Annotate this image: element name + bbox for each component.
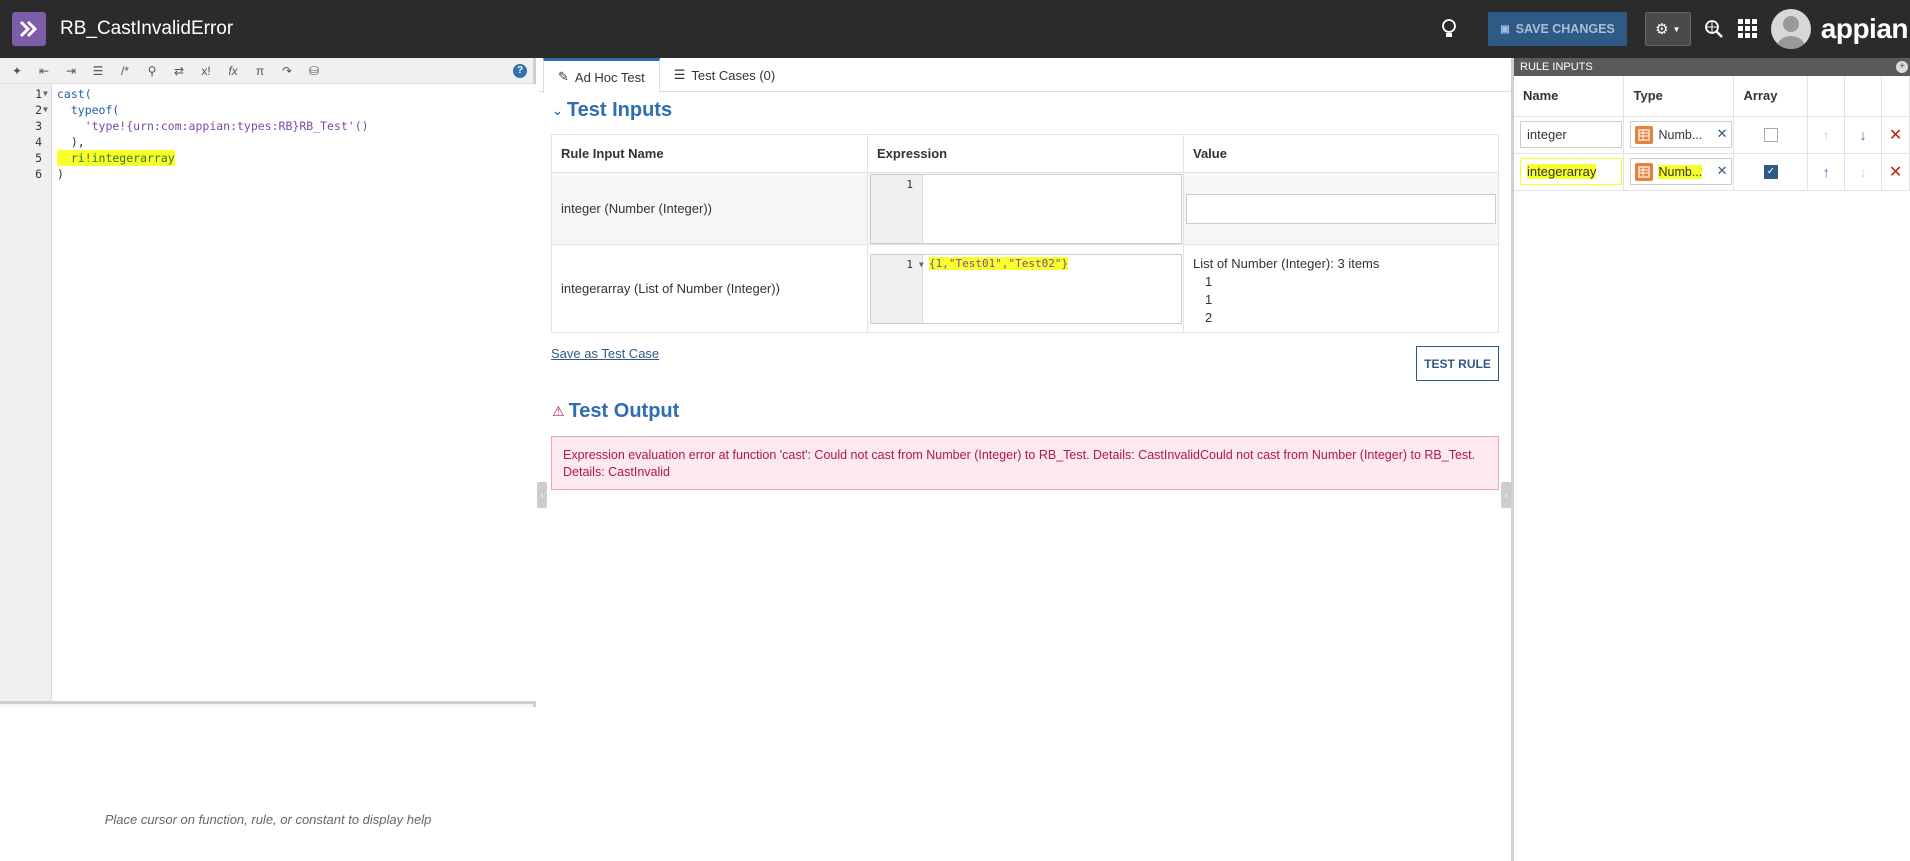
gear-icon: ⚙ <box>1655 21 1669 38</box>
array-checkbox[interactable]: ✓ <box>1763 164 1778 179</box>
table-row: integerarray (List of Number (Integer)) … <box>551 244 1500 333</box>
search-icon[interactable]: ⚲ <box>143 62 161 80</box>
table-row: integer Numb... ✕ ↑ ↓ ✕ <box>1514 116 1910 154</box>
top-bar: RB_CastInvalidError ▣ SAVE CHANGES ⚙ ▼ a… <box>0 0 1910 58</box>
code-line: 4 ), <box>35 135 85 149</box>
help-hint: Place cursor on function, rule, or const… <box>104 812 432 827</box>
code-line: 1 ▼ cast( <box>35 86 92 102</box>
code-line: 2 ▼ typeof( <box>35 102 120 118</box>
shuffle-icon[interactable]: ⇄ <box>170 62 188 80</box>
test-rule-button[interactable]: TEST RULE <box>1416 346 1499 381</box>
add-icon[interactable]: + <box>1896 61 1908 73</box>
function-icon[interactable]: fx <box>224 62 242 80</box>
delete-icon[interactable]: ✕ <box>1881 153 1910 191</box>
column-header: Name <box>1514 76 1625 117</box>
expression-editor-panel: ✦ ⇤ ⇥ ☰ /* ⚲ ⇄ x! fx π ↷ ⛁ ? 1 ▼ cast( 2… <box>0 58 536 861</box>
check-icon: ✓ <box>1766 166 1776 177</box>
test-inputs-table: Rule Input Name Expression Value integer… <box>551 134 1500 333</box>
value-field[interactable] <box>1185 193 1496 224</box>
outdent-icon[interactable]: ⇤ <box>35 62 53 80</box>
rule-inputs-header: RULE INPUTS + <box>1514 58 1910 76</box>
magic-wand-icon[interactable]: ✦ <box>8 62 26 80</box>
fold-arrow-icon[interactable]: ▼ <box>919 260 924 269</box>
expression-rule-icon <box>12 12 46 46</box>
tab-test-cases[interactable]: ☰ Test Cases (0) <box>660 58 789 92</box>
rule-input-name: integer (Number (Integer)) <box>551 172 868 245</box>
rule-input-name-field[interactable]: integer <box>1520 121 1622 148</box>
database-icon[interactable]: ⛁ <box>305 62 323 80</box>
rule-inputs-panel: RULE INPUTS + Name Type Array integer Nu… <box>1511 58 1910 861</box>
expression-editor[interactable]: 1 <box>870 173 1182 244</box>
appian-logo: appian <box>1820 13 1909 44</box>
column-header: Type <box>1623 76 1735 117</box>
floppy-icon: ▣ <box>1500 23 1510 35</box>
fold-arrow-icon[interactable]: ▼ <box>43 86 48 102</box>
move-down-icon: ↓ <box>1844 153 1883 191</box>
data-type-icon <box>1635 162 1654 181</box>
code-line: 6 ) <box>35 167 64 181</box>
edit-icon: ✎ <box>558 69 569 84</box>
caret-down-icon: ▼ <box>1672 24 1681 34</box>
left-splitter-handle[interactable]: ‹ <box>537 482 547 508</box>
code-line: 5 ri!integerarray <box>35 150 175 166</box>
list-icon: ☰ <box>673 67 686 82</box>
column-header: Rule Input Name <box>551 134 868 173</box>
save-changes-button[interactable]: ▣ SAVE CHANGES <box>1488 12 1627 46</box>
clear-type-icon[interactable]: ✕ <box>1717 163 1728 179</box>
type-picker[interactable]: Numb... ✕ <box>1630 121 1733 148</box>
column-header: Expression <box>867 134 1184 173</box>
rule-title: RB_CastInvalidError <box>60 18 234 39</box>
table-row: integer (Number (Integer)) 1 <box>551 172 1500 245</box>
move-up-icon: ↑ <box>1807 116 1846 154</box>
list-item: 2 <box>1204 310 1213 325</box>
column-header: Array <box>1733 76 1809 117</box>
value-title: List of Number (Integer): 3 items <box>1192 256 1380 271</box>
user-avatar[interactable] <box>1770 9 1811 49</box>
array-checkbox[interactable] <box>1763 127 1778 142</box>
rule-input-name: integerarray (List of Number (Integer)) <box>551 244 868 333</box>
test-tabs: ✎ Ad Hoc Test ☰ Test Cases (0) <box>539 58 1511 93</box>
comment-icon[interactable]: /* <box>116 62 134 80</box>
right-splitter-handle[interactable]: › <box>1501 482 1511 508</box>
help-icon[interactable]: ? <box>513 64 527 78</box>
globe-search-icon[interactable] <box>1703 18 1725 40</box>
test-panel: ✎ Ad Hoc Test ☰ Test Cases (0) ⌄ Test In… <box>539 58 1511 861</box>
clear-type-icon[interactable]: ✕ <box>1717 126 1728 142</box>
apps-grid-icon[interactable] <box>1737 18 1759 40</box>
help-pane <box>0 707 536 861</box>
tab-ad-hoc-test[interactable]: ✎ Ad Hoc Test <box>543 58 660 93</box>
table-row: integerarray Numb... ✕ ✓ ↑ ↓ ✕ <box>1514 153 1910 191</box>
delete-icon[interactable]: ✕ <box>1881 116 1910 154</box>
code-editor[interactable]: 1 ▼ cast( 2 ▼ typeof( 3 'type!{urn:com:a… <box>0 84 536 704</box>
column-header: Value <box>1182 134 1500 173</box>
editor-toolbar: ✦ ⇤ ⇥ ☰ /* ⚲ ⇄ x! fx π ↷ ⛁ ? <box>0 58 533 84</box>
settings-menu-button[interactable]: ⚙ ▼ <box>1644 12 1691 46</box>
rule-inputs-table: Name Type Array integer Numb... ✕ ↑ ↓ ✕ <box>1514 76 1910 191</box>
rule-input-name-field[interactable]: integerarray <box>1520 158 1622 185</box>
expression-editor[interactable]: 1 ▼ {1,"Test01","Test02"} <box>870 253 1182 324</box>
constant-icon[interactable]: π <box>251 62 269 80</box>
save-as-test-case-link[interactable]: Save as Test Case <box>551 346 659 361</box>
indent-icon[interactable]: ⇥ <box>62 62 80 80</box>
fold-arrow-icon[interactable]: ▼ <box>43 102 48 118</box>
test-output-heading: ⚠ Test Output <box>552 400 680 422</box>
export-icon[interactable]: ↷ <box>278 62 296 80</box>
move-down-icon[interactable]: ↓ <box>1844 116 1883 154</box>
code-line: 3 'type!{urn:com:appian:types:RB}RB_Test… <box>35 119 369 133</box>
move-up-icon[interactable]: ↑ <box>1807 153 1846 191</box>
list-item: 1 <box>1204 292 1213 307</box>
list-item: 1 <box>1204 274 1213 289</box>
warning-icon: ⚠ <box>552 403 565 419</box>
error-message: Expression evaluation error at function … <box>551 436 1499 490</box>
lightbulb-icon[interactable] <box>1438 16 1460 42</box>
variable-icon[interactable]: x! <box>197 62 215 80</box>
test-inputs-heading[interactable]: ⌄ Test Inputs <box>552 99 672 122</box>
list-icon[interactable]: ☰ <box>89 62 107 80</box>
chevron-down-icon: ⌄ <box>552 102 563 118</box>
type-picker[interactable]: Numb... ✕ <box>1630 158 1733 185</box>
data-type-icon <box>1635 125 1654 144</box>
